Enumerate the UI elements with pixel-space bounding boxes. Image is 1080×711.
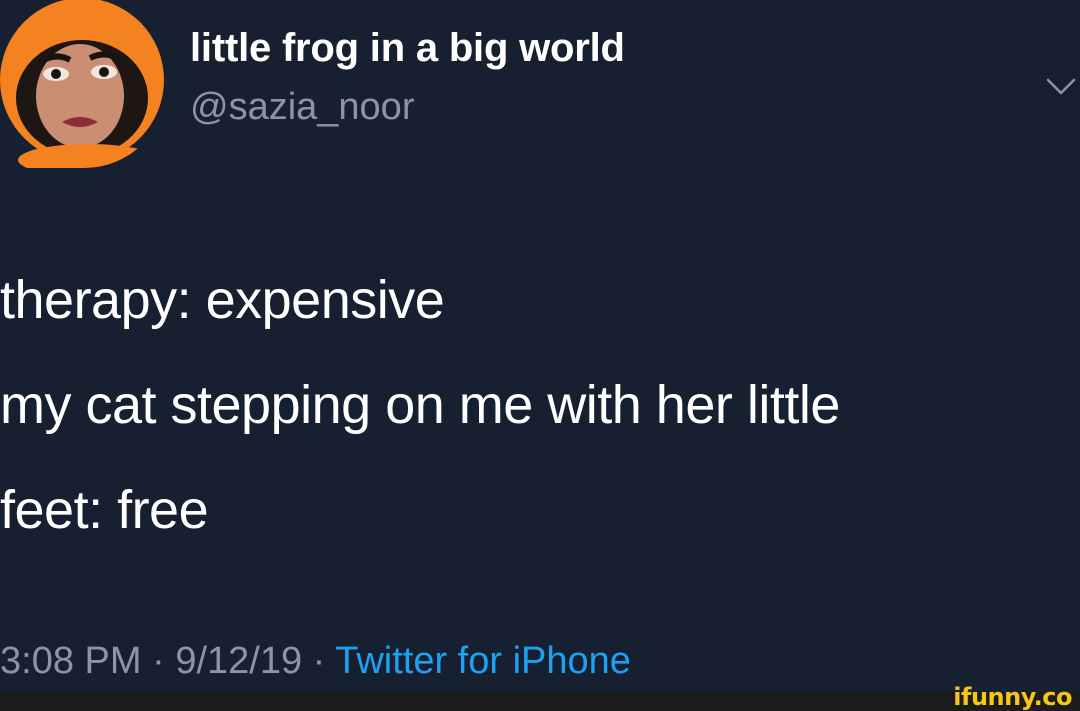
display-name[interactable]: little frog in a big world [190, 26, 625, 71]
tweet-date[interactable]: 9/12/19 [175, 640, 302, 682]
tweet-line: therapy: expensive [0, 270, 445, 330]
tweet-text: therapy: expensive my cat stepping on me… [0, 248, 1060, 563]
meta-separator: · [312, 640, 326, 682]
tweet-line: feet: free [0, 480, 209, 540]
tweet-time[interactable]: 3:08 PM [0, 640, 142, 682]
tweet-source-link[interactable]: Twitter for iPhone [335, 640, 631, 682]
footer-bar [0, 692, 1080, 711]
watermark-logo: ifunny.co [953, 683, 1072, 711]
avatar-image [0, 0, 168, 168]
tweet-card: little frog in a big world @sazia_noor t… [0, 0, 1080, 692]
tweet-meta: 3:08 PM · 9/12/19 · Twitter for iPhone [0, 640, 631, 683]
tweet-line: my cat stepping on me with her little [0, 375, 840, 435]
chevron-down-icon[interactable] [1046, 78, 1076, 96]
avatar[interactable] [0, 0, 168, 168]
meta-separator: · [152, 640, 165, 682]
user-handle[interactable]: @sazia_noor [190, 86, 414, 129]
